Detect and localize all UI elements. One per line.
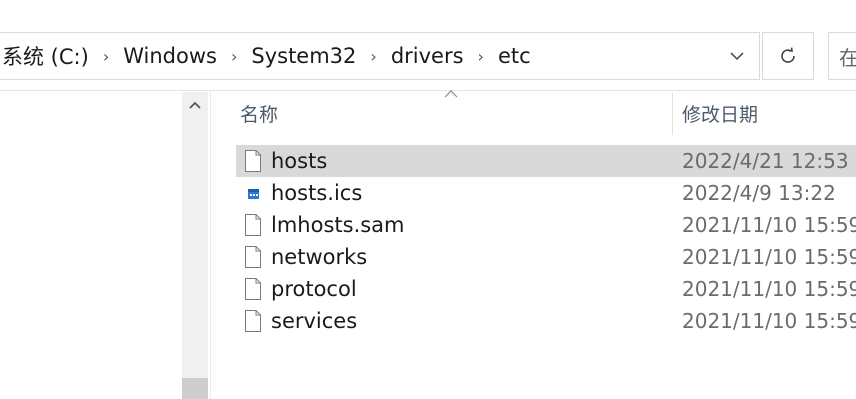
file-name: hosts (271, 149, 328, 173)
file-icon (245, 278, 261, 300)
file-name: networks (271, 245, 368, 269)
address-history-dropdown[interactable] (718, 33, 756, 79)
file-icon (245, 214, 261, 236)
search-input[interactable]: 在 (828, 32, 856, 80)
nav-pane-scrollbar[interactable] (182, 92, 208, 399)
file-icon (245, 246, 261, 268)
file-date: 2021/11/10 15:59 (682, 213, 856, 237)
refresh-icon (781, 47, 795, 63)
scrollbar-thumb[interactable] (182, 378, 208, 399)
list-item[interactable]: hosts 2022/4/21 12:53 (236, 145, 856, 177)
breadcrumb-item-system32[interactable]: System32 (247, 44, 360, 68)
list-item[interactable]: networks 2021/11/10 15:59 (236, 241, 856, 273)
file-name: lmhosts.sam (271, 213, 405, 237)
list-item[interactable]: lmhosts.sam 2021/11/10 15:59 (236, 209, 856, 241)
ics-file-icon (248, 189, 259, 199)
file-name: hosts.ics (271, 181, 363, 205)
file-date: 2021/11/10 15:59 (682, 309, 856, 333)
chevron-up-icon (189, 101, 201, 109)
file-explorer-window: 系统 (C:) › Windows › System32 › drivers ›… (0, 0, 856, 399)
file-name: protocol (271, 277, 357, 301)
sort-ascending-icon (442, 88, 460, 100)
file-date: 2022/4/9 13:22 (682, 181, 836, 205)
refresh-button[interactable] (762, 32, 814, 80)
file-date: 2022/4/21 12:53 (682, 149, 849, 173)
breadcrumb-item-drivers[interactable]: drivers (387, 44, 468, 68)
breadcrumb-item-windows[interactable]: Windows (119, 44, 221, 68)
file-list: hosts 2022/4/21 12:53 hosts.ics 2022/4/9… (236, 145, 856, 337)
scroll-up-button[interactable] (182, 92, 208, 118)
file-icon (245, 310, 261, 332)
chevron-right-icon[interactable]: › (221, 47, 247, 66)
toolbar-divider (0, 90, 856, 91)
breadcrumb: 系统 (C:) › Windows › System32 › drivers ›… (0, 33, 535, 79)
column-header-name[interactable]: 名称 (240, 100, 278, 127)
list-item[interactable]: protocol 2021/11/10 15:59 (236, 273, 856, 305)
file-icon (245, 150, 261, 172)
column-separator[interactable] (672, 93, 673, 135)
chevron-down-icon (730, 51, 744, 60)
file-name: services (271, 309, 358, 333)
column-header-date-modified[interactable]: 修改日期 (682, 100, 758, 127)
file-date: 2021/11/10 15:59 (682, 245, 856, 269)
breadcrumb-item-etc[interactable]: etc (494, 44, 535, 68)
pane-divider[interactable] (210, 91, 211, 399)
list-item[interactable]: services 2021/11/10 15:59 (236, 305, 856, 337)
chevron-right-icon[interactable]: › (468, 47, 494, 66)
chevron-right-icon[interactable]: › (93, 47, 119, 66)
file-date: 2021/11/10 15:59 (682, 277, 856, 301)
breadcrumb-item-drive[interactable]: 系统 (C:) (0, 41, 93, 71)
chevron-right-icon[interactable]: › (360, 47, 386, 66)
search-placeholder: 在 (839, 42, 856, 71)
list-item[interactable]: hosts.ics 2022/4/9 13:22 (236, 177, 856, 209)
